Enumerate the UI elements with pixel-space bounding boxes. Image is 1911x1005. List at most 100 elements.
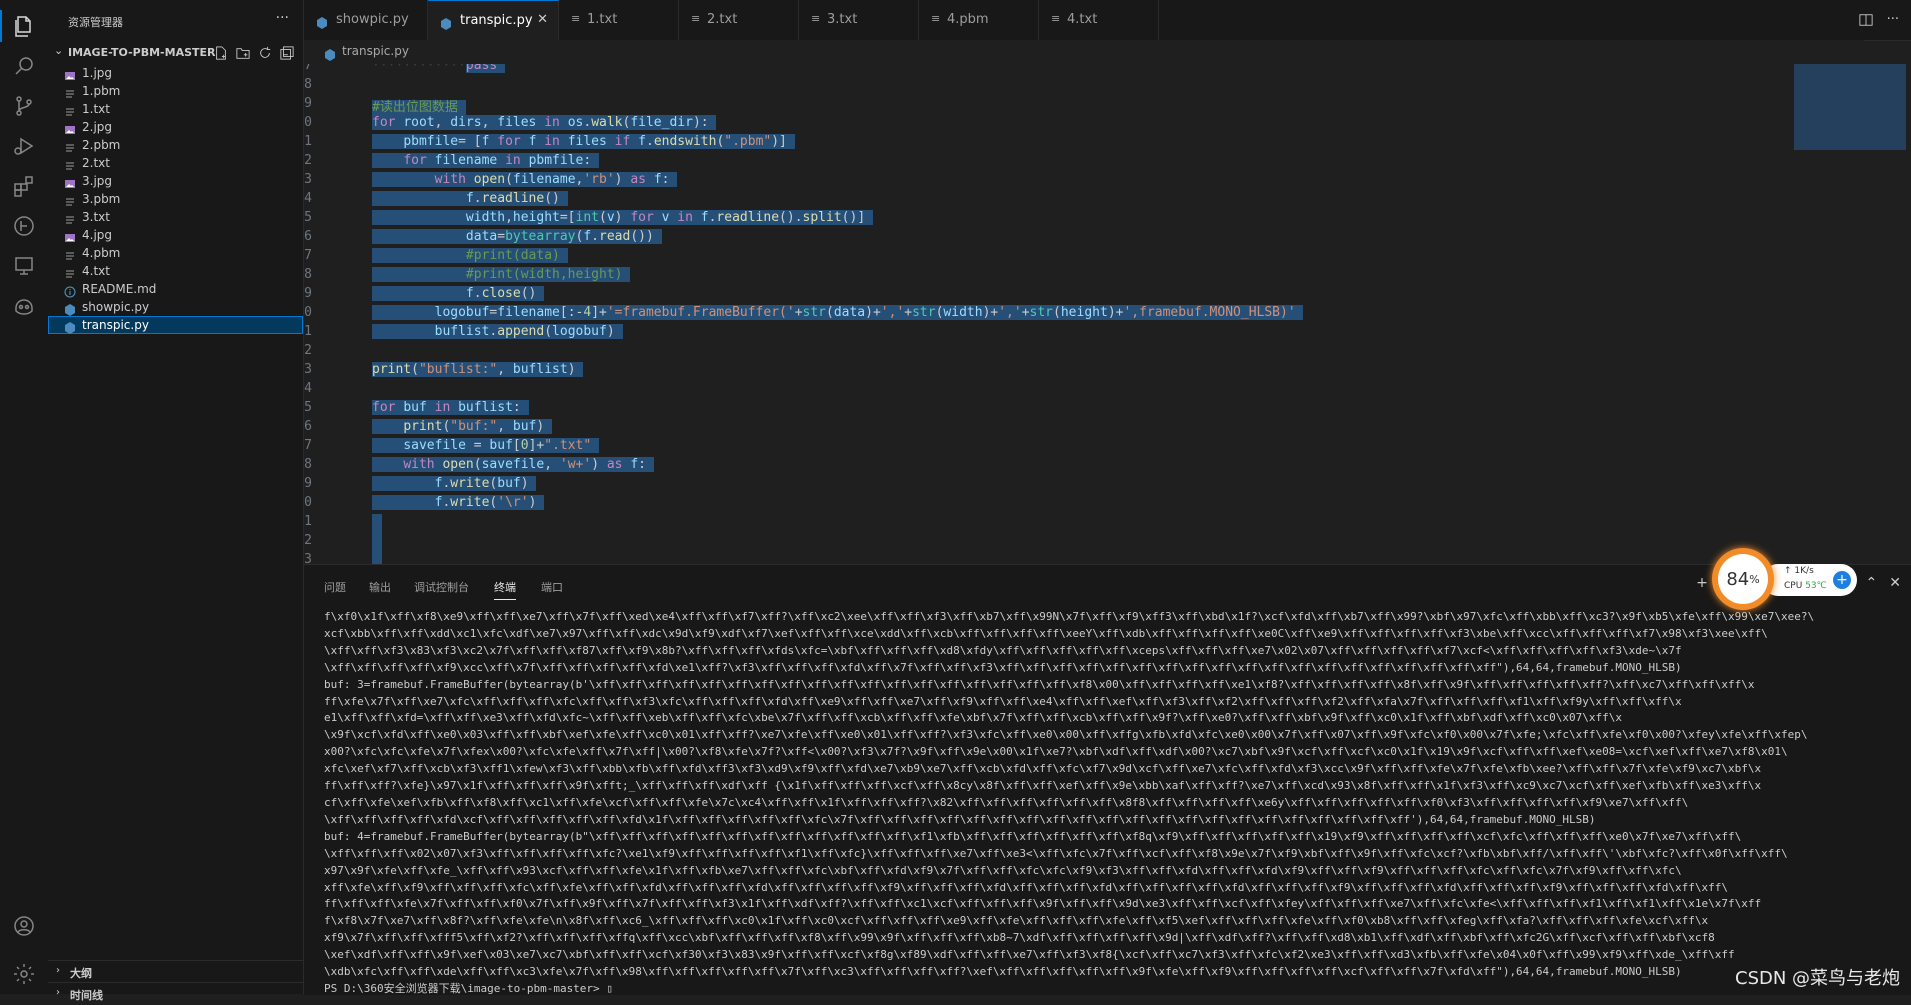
tab-4-pbm[interactable]: ≡ 4.pbm — [919, 0, 1039, 40]
image-icon — [64, 67, 76, 80]
line-number: 22 — [304, 153, 312, 168]
terminal-line: buf: 3=framebuf.FrameBuffer(bytearray(b'… — [324, 677, 1755, 691]
split-editor-icon[interactable] — [1859, 12, 1873, 31]
file-label: 2.pbm — [82, 138, 121, 152]
cpu-temp: CPU 53℃ — [1784, 581, 1827, 591]
tab-transpic[interactable]: transpic.py ✕ — [428, 0, 559, 42]
text-file-icon: ≡ — [1051, 12, 1061, 25]
file-item[interactable]: 4.pbm — [48, 244, 303, 262]
file-item[interactable]: 1.jpg — [48, 64, 303, 82]
more-actions-icon[interactable]: ··· — [1887, 12, 1899, 31]
line-number: 31 — [304, 324, 312, 339]
line-number: 17 — [304, 64, 312, 73]
new-file-icon[interactable] — [213, 45, 229, 61]
file-item[interactable]: 1.pbm — [48, 82, 303, 100]
code-line: print("buf:", buf) — [372, 419, 553, 434]
folder-header[interactable]: ⌄ IMAGE-TO-PBM-MASTER — [48, 42, 303, 62]
close-icon[interactable]: ✕ — [1889, 575, 1901, 591]
line-number: 37 — [304, 438, 312, 453]
file-item[interactable]: 2.jpg — [48, 118, 303, 136]
usage-ring: 84% — [1712, 548, 1774, 610]
file-item[interactable]: 3.jpg — [48, 172, 303, 190]
copilot-icon[interactable] — [8, 290, 40, 322]
watermark: CSDN @菜鸟与老炮 — [1735, 968, 1901, 989]
code-line: for buf in buflist: — [372, 400, 529, 415]
editor-tab-bar: showpic.py transpic.py ✕ ≡ 1.txt ≡ 2.txt… — [304, 0, 1911, 42]
minimap[interactable] — [1794, 64, 1906, 564]
terminal-line: ff\xff\xff\xfe\x7f\xff\xff\xf0\x7f\xff\x… — [324, 897, 1762, 911]
activity-bar — [0, 0, 49, 994]
file-item[interactable]: 3.pbm — [48, 190, 303, 208]
outline-section[interactable]: › 大纲 — [48, 960, 303, 983]
system-monitor-widget[interactable]: ↑ 1K/s CPU 53℃ + 84% — [1712, 548, 1862, 612]
image-icon — [64, 229, 76, 242]
extensions-icon[interactable] — [8, 170, 40, 202]
code-line: #读出位图数据 — [372, 96, 466, 115]
tab-1-txt[interactable]: ≡ 1.txt — [559, 0, 679, 40]
file-label: showpic.py — [82, 300, 150, 314]
line-number: 35 — [304, 400, 312, 415]
chevron-up-icon[interactable]: ⌃ — [1866, 575, 1878, 591]
file-item[interactable]: 4.txt — [48, 262, 303, 280]
code-line: buflist.append(logobuf) — [372, 324, 623, 339]
run-debug-icon[interactable] — [8, 130, 40, 162]
add-terminal-icon[interactable]: + — [1696, 575, 1708, 591]
file-item[interactable]: 4.jpg — [48, 226, 303, 244]
file-item[interactable]: 2.txt — [48, 154, 303, 172]
git-graph-icon[interactable] — [8, 210, 40, 242]
refresh-icon[interactable] — [257, 45, 273, 61]
code-line: data=bytearray(f.read()) — [372, 229, 662, 244]
code-editor[interactable]: 17 18 19 20 21 22 23 24 25 26 27 28 29 30 31 32 33 34 35 36… — [304, 64, 1864, 564]
code-line: width,height=[int(v) for v in f.readline… — [372, 210, 873, 225]
terminal-line: xff\xfe\xff\xf9\xff\xff\xff\xfc\xff\xfe\… — [324, 880, 1728, 894]
new-folder-icon[interactable] — [235, 45, 251, 61]
line-number: 21 — [304, 134, 312, 149]
tab-ports[interactable]: 端口 — [541, 579, 563, 595]
line-number: 20 — [304, 115, 312, 130]
tab-output[interactable]: 输出 — [369, 579, 391, 595]
terminal-line: xcf\xbb\xff\xff\xdd\xc1\xfc\xdf\xe7\x97\… — [324, 626, 1768, 640]
line-number: 23 — [304, 172, 312, 187]
code-line: f.readline() — [372, 191, 568, 206]
search-icon[interactable] — [8, 50, 40, 82]
terminal-line: xf9\x7f\xff\xff\xfff5\xff\xf2?\xff\xff\x… — [324, 931, 1715, 945]
code-line: f.write('\r') — [372, 495, 545, 510]
breadcrumb-file[interactable]: transpic.py — [342, 44, 409, 58]
terminal-line: f\xf0\x1f\xff\xf8\xe9\xff\xff\xe7\xff\x7… — [324, 610, 1815, 623]
file-label: transpic.py — [82, 318, 149, 332]
terminal-output[interactable]: f\xf0\x1f\xff\xf8\xe9\xff\xff\xe7\xff\x7… — [324, 609, 1904, 995]
file-item[interactable]: 1.txt — [48, 100, 303, 118]
account-icon[interactable] — [8, 910, 40, 942]
code-line: pbmfile= [f for f in files if f.endswith… — [372, 134, 795, 149]
source-control-icon[interactable] — [8, 90, 40, 122]
tab-problems[interactable]: 问题 — [324, 579, 346, 595]
tab-3-txt[interactable]: ≡ 3.txt — [799, 0, 919, 40]
chevron-right-icon: › — [56, 987, 60, 998]
tab-4-txt[interactable]: ≡ 4.txt — [1039, 0, 1159, 40]
tab-showpic[interactable]: showpic.py — [304, 0, 428, 40]
more-actions-icon[interactable]: ··· — [276, 10, 289, 26]
tab-terminal[interactable]: 终端 — [494, 579, 516, 600]
terminal-line: \xff\xff\xf3\x83\xf3\xc2\x7f\xff\xff\xf8… — [324, 643, 1682, 657]
remote-explorer-icon[interactable] — [8, 250, 40, 282]
close-icon[interactable]: ✕ — [537, 12, 548, 27]
line-number: 24 — [304, 191, 312, 206]
explorer-icon[interactable] — [0, 10, 40, 42]
line-number: 34 — [304, 381, 312, 396]
text-file-icon: ≡ — [691, 12, 701, 25]
file-item[interactable]: README.md — [48, 280, 303, 298]
usage-percent: 84% — [1718, 554, 1768, 604]
code-line: ············pass — [372, 64, 506, 73]
file-item[interactable]: 3.txt — [48, 208, 303, 226]
chevron-down-icon: ⌄ — [54, 44, 64, 57]
collapse-all-icon[interactable] — [279, 45, 295, 61]
minimap-viewport[interactable] — [1794, 64, 1906, 150]
file-item[interactable]: transpic.py — [48, 316, 303, 334]
tab-label: 4.txt — [1067, 12, 1098, 27]
tab-2-txt[interactable]: ≡ 2.txt — [679, 0, 799, 40]
add-icon[interactable]: + — [1833, 571, 1851, 589]
tab-debug-console[interactable]: 调试控制台 — [414, 579, 469, 595]
settings-gear-icon[interactable] — [8, 958, 40, 990]
file-item[interactable]: 2.pbm — [48, 136, 303, 154]
file-item[interactable]: showpic.py — [48, 298, 303, 316]
